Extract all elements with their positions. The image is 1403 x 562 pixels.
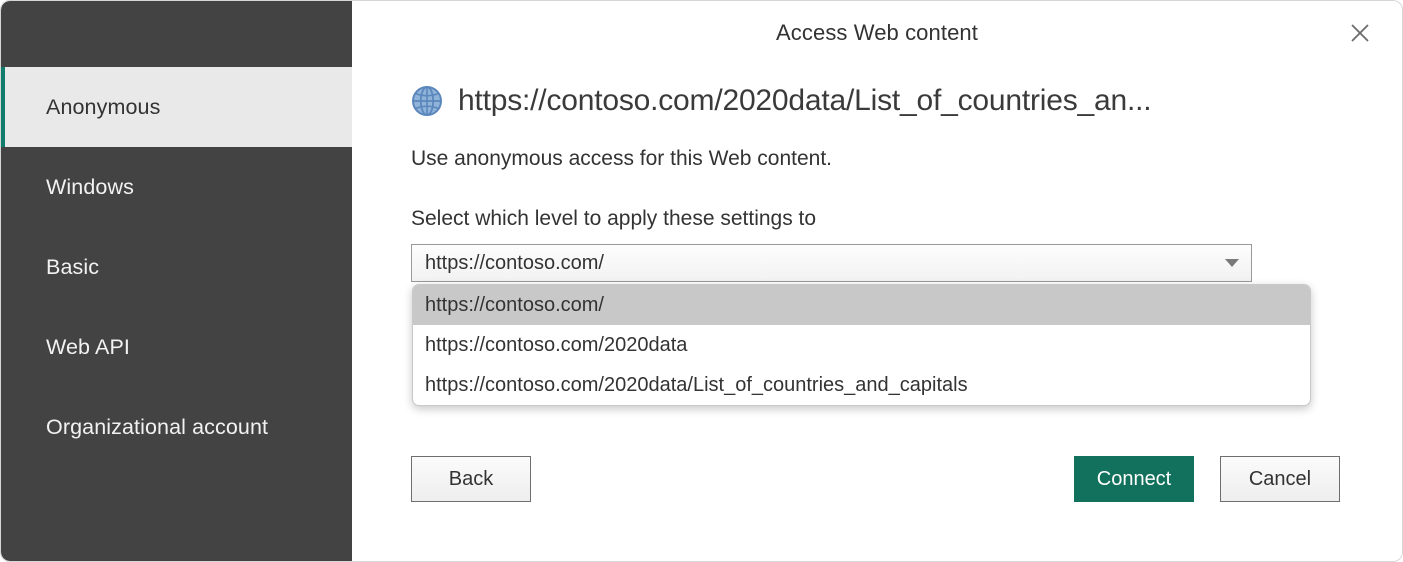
cancel-button[interactable]: Cancel <box>1220 456 1340 502</box>
description-text: Use anonymous access for this Web conten… <box>411 147 832 170</box>
back-button[interactable]: Back <box>411 456 531 502</box>
sidebar-item-label: Basic <box>46 254 100 279</box>
sidebar-item-web-api[interactable]: Web API <box>1 307 352 387</box>
sidebar-item-label: Web API <box>46 334 130 359</box>
sidebar-item-anonymous[interactable]: Anonymous <box>1 67 352 147</box>
dropdown-option-label: https://contoso.com/2020data <box>425 333 688 356</box>
dialog-content: Access Web content https://contoso.com/2… <box>352 1 1402 561</box>
level-select-dropdown[interactable]: https://contoso.com/ https://contoso.com… <box>412 284 1311 406</box>
dropdown-option[interactable]: https://contoso.com/2020data <box>413 325 1310 365</box>
back-button-label: Back <box>448 467 494 490</box>
sidebar-item-label: Windows <box>46 174 134 199</box>
sidebar-item-label: Anonymous <box>46 94 161 119</box>
dropdown-option-label: https://contoso.com/ <box>425 293 604 316</box>
connect-button-label: Connect <box>1096 467 1172 490</box>
dropdown-option[interactable]: https://contoso.com/ <box>413 285 1310 325</box>
level-select-value: https://contoso.com/ <box>425 251 604 274</box>
sidebar-item-windows[interactable]: Windows <box>1 147 352 227</box>
dialog-titlebar: Access Web content <box>352 1 1402 65</box>
level-field-label: Select which level to apply these settin… <box>411 207 817 230</box>
level-select[interactable]: https://contoso.com/ <box>411 244 1252 282</box>
resource-url: https://contoso.com/2020data/List_of_cou… <box>458 84 1152 117</box>
resource-url-row: https://contoso.com/2020data/List_of_cou… <box>352 77 1402 125</box>
sidebar-item-organizational-account[interactable]: Organizational account <box>1 387 352 467</box>
sidebar-item-basic[interactable]: Basic <box>1 227 352 307</box>
cancel-button-label: Cancel <box>1248 467 1312 490</box>
dialog-button-row: Back Connect Cancel <box>352 456 1402 502</box>
auth-method-sidebar: Anonymous Windows Basic Web API Organiza… <box>1 1 352 561</box>
close-icon <box>1351 24 1369 42</box>
sidebar-item-label: Organizational account <box>46 414 269 439</box>
connect-button[interactable]: Connect <box>1074 456 1194 502</box>
dropdown-option-label: https://contoso.com/2020data/List_of_cou… <box>425 373 968 396</box>
chevron-down-icon[interactable] <box>1225 259 1239 267</box>
close-button[interactable] <box>1336 9 1384 57</box>
level-select-container: https://contoso.com/ https://contoso.com… <box>411 244 1311 406</box>
page-title: Access Web content <box>776 20 978 45</box>
globe-icon <box>412 86 442 116</box>
access-web-content-dialog: Anonymous Windows Basic Web API Organiza… <box>0 0 1403 562</box>
dropdown-option[interactable]: https://contoso.com/2020data/List_of_cou… <box>413 365 1310 405</box>
active-indicator-bar <box>1 67 5 147</box>
